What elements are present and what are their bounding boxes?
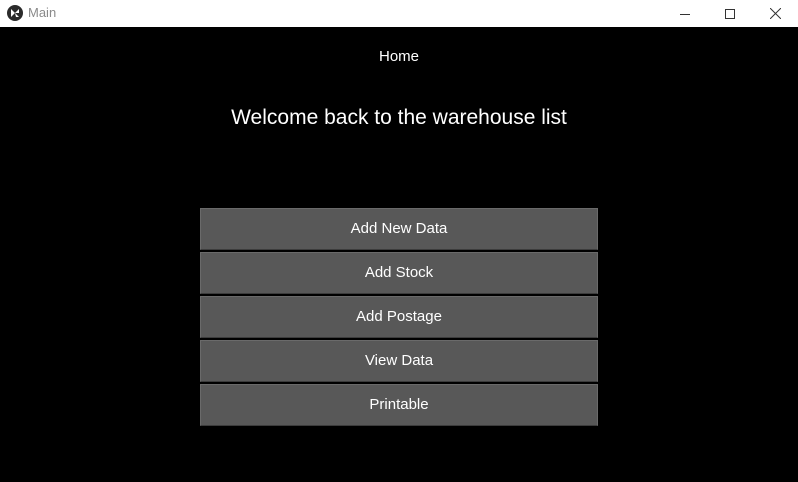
- close-icon: [769, 8, 781, 19]
- title-bar[interactable]: Main: [0, 0, 798, 27]
- app-window: Main Home Welcome back to the warehouse …: [0, 0, 798, 482]
- add-new-data-button[interactable]: Add New Data: [200, 208, 598, 250]
- welcome-message: Welcome back to the warehouse list: [231, 106, 567, 129]
- add-postage-button[interactable]: Add Postage: [200, 296, 598, 338]
- maximize-button[interactable]: [707, 0, 753, 27]
- add-stock-button[interactable]: Add Stock: [200, 252, 598, 294]
- kivy-logo-icon: [7, 5, 23, 21]
- main-menu: Add New Data Add Stock Add Postage View …: [200, 208, 598, 428]
- close-button[interactable]: [752, 0, 798, 27]
- view-data-button[interactable]: View Data: [200, 340, 598, 382]
- maximize-icon: [725, 8, 735, 19]
- home-screen: Home Welcome back to the warehouse list …: [0, 27, 798, 482]
- window-title: Main: [28, 5, 57, 20]
- minimize-button[interactable]: [662, 0, 708, 27]
- printable-button[interactable]: Printable: [200, 384, 598, 426]
- minimize-icon: [680, 9, 690, 19]
- screen-title: Home: [378, 48, 419, 65]
